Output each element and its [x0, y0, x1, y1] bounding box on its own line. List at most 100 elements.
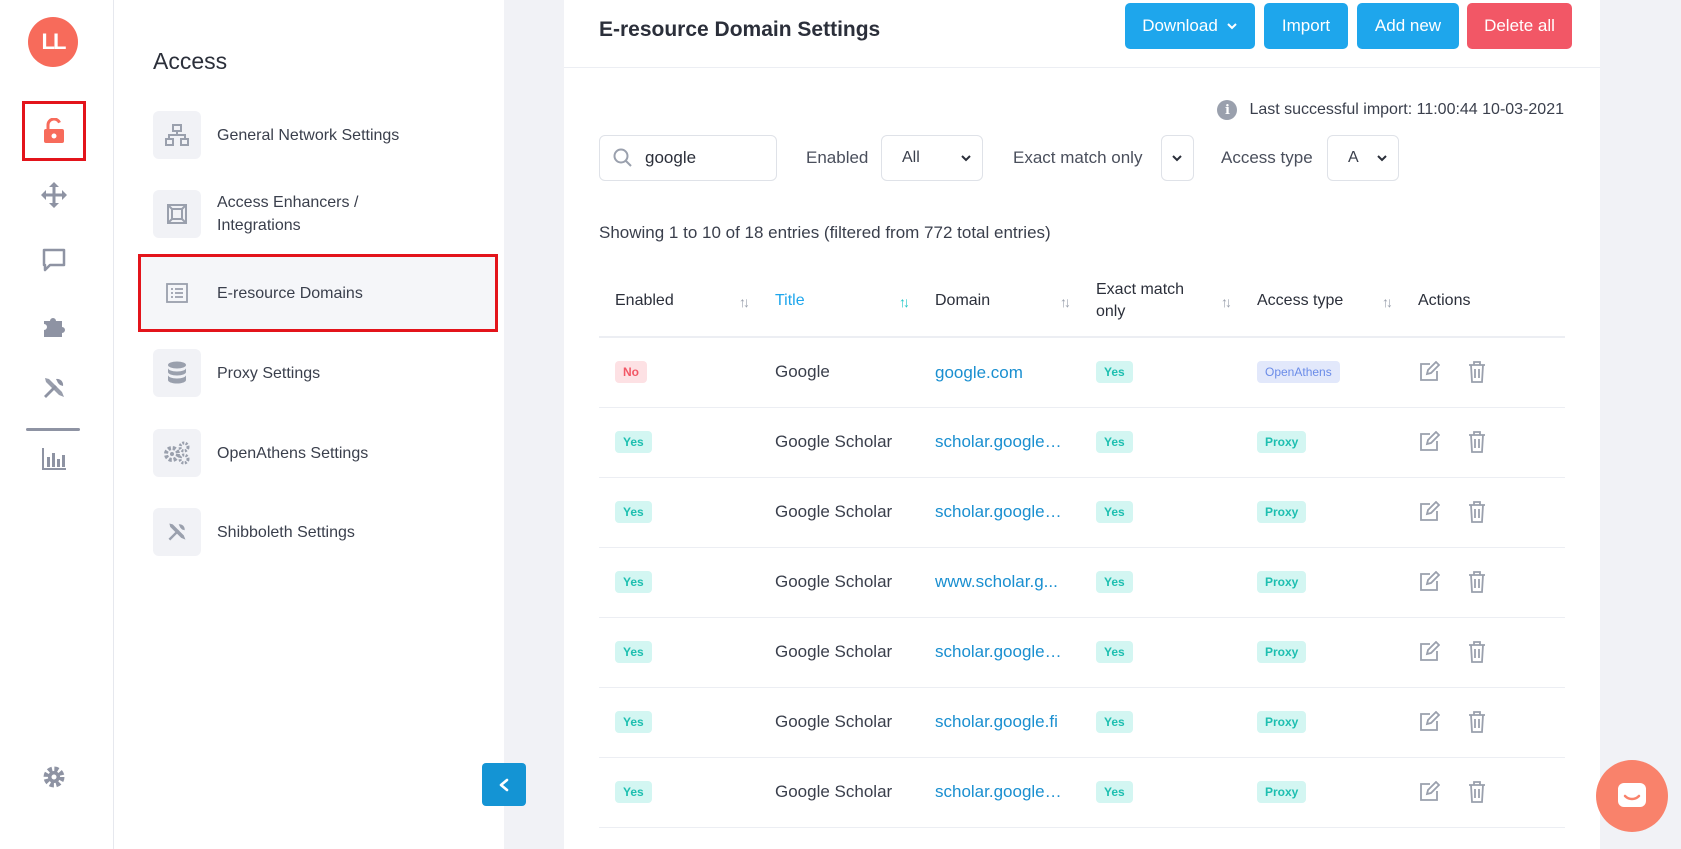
sidebar-item-openathens-settings[interactable]: OpenAthens Settings	[153, 428, 493, 478]
edit-icon[interactable]	[1418, 431, 1440, 453]
chevron-down-icon	[1172, 155, 1182, 162]
domain-link[interactable]: scholar.google....	[935, 642, 1063, 662]
exact-match-filter-select[interactable]	[1161, 135, 1194, 181]
cell-actions	[1402, 477, 1565, 548]
puzzle-icon	[44, 318, 65, 337]
search-box[interactable]	[599, 135, 777, 181]
enabled-badge: Yes	[615, 641, 652, 663]
edit-icon[interactable]	[1418, 781, 1440, 803]
table-header-row: Enabled ↑↓ Title ↑↓ Domain ↑↓ Exact match o…	[599, 265, 1565, 338]
main-header: E-resource Domain Settings Download Impo…	[564, 0, 1600, 68]
chevron-down-icon	[1377, 155, 1387, 162]
cell-exact-match: Yes	[1080, 407, 1241, 478]
delete-all-button[interactable]: Delete all	[1467, 3, 1572, 49]
cell-enabled: Yes	[599, 477, 759, 548]
cell-exact-match: Yes	[1080, 477, 1241, 548]
edit-icon[interactable]	[1418, 361, 1440, 383]
chevron-down-icon	[961, 155, 971, 162]
sort-icon: ↑↓	[1221, 294, 1232, 310]
rail-access-button[interactable]	[22, 101, 86, 161]
domain-link[interactable]: scholar.google....	[935, 432, 1063, 452]
settings-sidebar: Access General Network Settings Access E…	[114, 0, 504, 849]
chat-widget-button[interactable]	[1596, 760, 1668, 832]
chat-icon	[42, 248, 66, 272]
sidebar-item-shibboleth-settings[interactable]: Shibboleth Settings	[153, 507, 493, 557]
col-title[interactable]: Title ↑↓	[759, 265, 919, 338]
rail-tools-button[interactable]	[22, 358, 86, 418]
access-type-badge: Proxy	[1257, 781, 1307, 803]
exact-match-badge: Yes	[1096, 571, 1133, 593]
cell-title: Google Scholar	[759, 617, 919, 688]
rail-move-button[interactable]	[22, 165, 86, 225]
rail-integrations-button[interactable]	[22, 295, 86, 355]
enabled-badge: Yes	[615, 501, 652, 523]
import-button[interactable]: Import	[1264, 3, 1348, 49]
delete-icon[interactable]	[1468, 711, 1486, 733]
delete-icon[interactable]	[1468, 431, 1486, 453]
cell-title: Google Scholar	[759, 687, 919, 758]
edit-icon[interactable]	[1418, 501, 1440, 523]
delete-icon[interactable]	[1468, 641, 1486, 663]
domain-link[interactable]: scholar.google.fi	[935, 712, 1058, 732]
download-button[interactable]: Download	[1125, 3, 1255, 49]
domain-link[interactable]: google.com	[935, 363, 1023, 383]
sort-icon: ↑↓	[1382, 294, 1393, 310]
sidebar-item-general-network[interactable]: General Network Settings	[153, 110, 493, 160]
sidebar-item-label: General Network Settings	[217, 126, 400, 144]
cell-domain: google.com	[919, 337, 1080, 408]
add-new-button[interactable]: Add new	[1357, 3, 1459, 49]
col-domain[interactable]: Domain ↑↓	[919, 265, 1080, 338]
col-actions: Actions	[1402, 265, 1565, 338]
page-title: E-resource Domain Settings	[599, 18, 881, 41]
delete-icon[interactable]	[1468, 781, 1486, 803]
cell-access-type: OpenAthens	[1241, 337, 1402, 408]
cell-domain: scholar.google.fi	[919, 687, 1080, 758]
search-input[interactable]	[645, 148, 765, 168]
cell-domain: scholar.google....	[919, 617, 1080, 688]
delete-icon[interactable]	[1468, 501, 1486, 523]
sidebar-item-proxy-settings[interactable]: Proxy Settings	[153, 348, 493, 398]
col-exact-match[interactable]: Exact match only ↑↓	[1080, 265, 1241, 338]
rail-chat-button[interactable]	[22, 230, 86, 290]
rail-reports-button[interactable]	[22, 429, 86, 489]
chevron-down-icon	[1227, 23, 1237, 30]
domain-link[interactable]: scholar.google....	[935, 502, 1063, 522]
table-body: No Google google.com Yes OpenAthens Yes Google…	[599, 337, 1565, 828]
app-logo[interactable]: LL	[28, 17, 78, 67]
cell-enabled: Yes	[599, 547, 759, 618]
sidebar-item-access-enhancers[interactable]: Access Enhancers / Integrations	[153, 189, 493, 239]
access-type-filter-select[interactable]: A	[1327, 135, 1399, 181]
search-icon	[613, 148, 632, 167]
cell-exact-match: Yes	[1080, 337, 1241, 408]
database-icon	[168, 361, 186, 384]
domain-link[interactable]: scholar.google....	[935, 782, 1063, 802]
sidebar-item-label: Shibboleth Settings	[217, 523, 355, 541]
sort-asc-icon: ↑↓	[899, 294, 910, 310]
domain-link[interactable]: www.scholar.g...	[935, 572, 1058, 592]
table-row: No Google google.com Yes OpenAthens	[599, 337, 1565, 408]
entries-summary: Showing 1 to 10 of 18 entries (filtered …	[599, 223, 1051, 242]
exact-match-filter-label: Exact match only	[1013, 148, 1143, 167]
col-actions-label: Actions	[1418, 291, 1471, 309]
edit-icon[interactable]	[1418, 711, 1440, 733]
sidebar-item-e-resource-domains[interactable]: E-resource Domains	[153, 268, 493, 318]
edit-icon[interactable]	[1418, 641, 1440, 663]
network-icon	[165, 124, 189, 146]
col-enabled[interactable]: Enabled ↑↓	[599, 265, 759, 338]
enabled-filter-select[interactable]: All	[881, 135, 983, 181]
exact-match-badge: Yes	[1096, 501, 1133, 523]
col-exact-match-label: Exact match only	[1096, 280, 1185, 320]
rail-settings-button[interactable]	[22, 747, 86, 807]
exact-match-badge: Yes	[1096, 431, 1133, 453]
cell-access-type: Proxy	[1241, 547, 1402, 618]
cell-enabled: No	[599, 337, 759, 408]
gear-icon	[43, 766, 65, 788]
edit-icon[interactable]	[1418, 571, 1440, 593]
table-row: Yes Google Scholar scholar.google.... Yes Pr…	[599, 477, 1565, 548]
collapse-sidebar-button[interactable]	[482, 763, 526, 806]
tools-icon	[168, 523, 186, 541]
col-access-type[interactable]: Access type ↑↓	[1241, 265, 1402, 338]
delete-icon[interactable]	[1468, 571, 1486, 593]
icon-rail: LL	[0, 0, 114, 849]
delete-icon[interactable]	[1468, 361, 1486, 384]
